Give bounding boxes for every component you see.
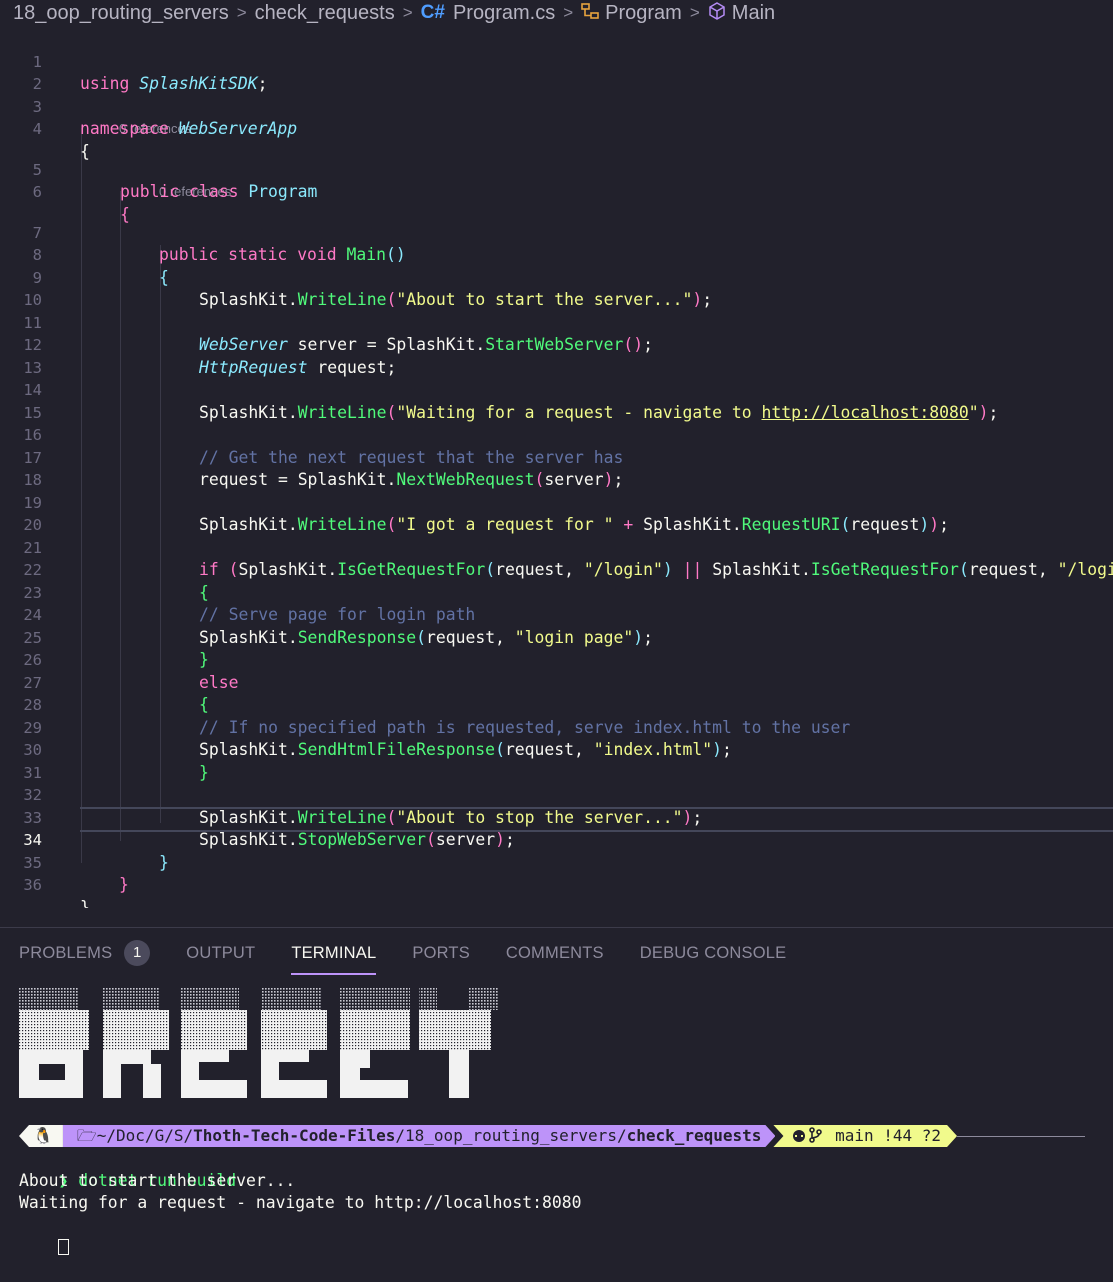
prompt-git-status: main !44 ?2 xyxy=(773,1125,957,1147)
shell-prompt: 🐧 🗁~/Doc/G/S/Thoth-Tech-Code-Files/18_oo… xyxy=(19,1124,1086,1148)
tab-label: COMMENTS xyxy=(505,943,604,962)
code-line[interactable]: 7 public static void Main() xyxy=(0,199,1113,265)
git-branch-icon xyxy=(791,1126,835,1145)
code-line[interactable]: 35 } xyxy=(0,829,1113,895)
ascii-art-banner xyxy=(19,988,499,1098)
tab-label: OUTPUT xyxy=(186,943,256,962)
code-line[interactable]: 10 xyxy=(0,267,1113,309)
terminal-output-line: Waiting for a request - navigate to http… xyxy=(19,1193,582,1212)
code-line[interactable]: 34 } xyxy=(0,807,1113,872)
code-line[interactable]: 16 // Get the next request that the serv… xyxy=(0,402,1113,467)
code-line[interactable]: 32 SplashKit.WriteLine("About to stop th… xyxy=(0,762,1113,827)
code-line[interactable]: 15 xyxy=(0,379,1113,422)
chevron-right-icon: > xyxy=(236,3,247,22)
path-segment: check_requests xyxy=(626,1126,762,1145)
code-line[interactable]: 18 xyxy=(0,447,1113,489)
tab-output[interactable]: OUTPUT xyxy=(186,944,255,963)
code-line[interactable]: 29 SplashKit.SendHtmlFileResponse(reques… xyxy=(0,694,1113,760)
code-line[interactable]: 6 { xyxy=(0,159,1113,224)
tab-terminal[interactable]: TERMINAL xyxy=(291,943,377,975)
code-line[interactable]: 19 SplashKit.WriteLine("I got a request … xyxy=(0,469,1113,535)
code-line[interactable]: 2 xyxy=(0,51,1113,93)
tab-comments[interactable]: COMMENTS xyxy=(506,944,604,963)
code-line[interactable]: 9 SplashKit.WriteLine("About to start th… xyxy=(0,244,1113,310)
tab-ports[interactable]: PORTS xyxy=(412,944,470,963)
code-line[interactable]: 33 SplashKit.StopWebServer(server); xyxy=(0,784,1113,850)
code-line[interactable]: 23 // Serve page for login path xyxy=(0,559,1113,625)
problems-count-badge: 1 xyxy=(124,940,151,966)
tab-debug-console[interactable]: DEBUG CONSOLE xyxy=(640,944,787,963)
code-line[interactable]: 3 namespace WebServerApp xyxy=(0,73,1113,139)
code-line[interactable]: 27 { xyxy=(0,649,1113,715)
code-line[interactable]: 24 SplashKit.SendResponse(request, "logi… xyxy=(0,582,1113,647)
token: } xyxy=(119,875,129,894)
breadcrumb-folder[interactable]: 18_oop_routing_servers xyxy=(13,2,229,25)
line-number: 36 xyxy=(23,876,42,894)
code-line[interactable]: 4 { xyxy=(0,96,1113,161)
code-line[interactable]: 21 if (SplashKit.IsGetRequestFor(request… xyxy=(0,514,1113,580)
code-line[interactable]: 5 public class Program xyxy=(0,136,1113,202)
code-line[interactable]: 17 request = SplashKit.NextWebRequest(se… xyxy=(0,424,1113,490)
tab-label: DEBUG CONSOLE xyxy=(639,943,787,962)
method-symbol-icon xyxy=(708,1,726,25)
code-line[interactable]: 25 } xyxy=(0,604,1113,670)
code-line[interactable]: 30 } xyxy=(0,717,1113,782)
breadcrumb-file[interactable]: Program.cs xyxy=(453,2,555,25)
prompt-path: 🗁~/Doc/G/S/Thoth-Tech-Code-Files/18_oop_… xyxy=(63,1125,776,1147)
terminal-cursor-line[interactable] xyxy=(19,1214,70,1282)
code-line[interactable]: 20 xyxy=(0,492,1113,534)
git-branch-status: main !44 ?2 xyxy=(835,1126,942,1145)
path-segment: /18_oop_routing_servers/ xyxy=(395,1126,627,1145)
panel-tabs: PROBLEMS 1 OUTPUT TERMINAL PORTS COMMENT… xyxy=(0,928,1113,978)
code-line[interactable]: 14 SplashKit.WriteLine("Waiting for a re… xyxy=(0,357,1113,422)
tab-label: PROBLEMS xyxy=(19,943,113,962)
prompt-divider-line xyxy=(957,1135,1086,1137)
terminal-cursor xyxy=(58,1238,70,1255)
code-line[interactable]: 1 using SplashKitSDK; xyxy=(0,28,1113,94)
code-editor[interactable]: 0 references 0 references 1 using Splash… xyxy=(0,28,1113,908)
class-symbol-icon xyxy=(581,2,599,25)
bottom-panel: PROBLEMS 1 OUTPUT TERMINAL PORTS COMMENT… xyxy=(0,927,1113,1255)
breadcrumb-method[interactable]: Main xyxy=(732,2,775,25)
linux-icon: 🐧 xyxy=(19,1125,63,1147)
code-line[interactable]: 31 xyxy=(0,739,1113,782)
csharp-file-icon: C# xyxy=(420,2,445,23)
tab-problems[interactable]: PROBLEMS 1 xyxy=(19,940,151,966)
folder-icon: 🗁 xyxy=(76,1126,97,1145)
breadcrumb-subfolder[interactable]: check_requests xyxy=(255,2,395,25)
code-line[interactable]: 13 xyxy=(0,334,1113,377)
chevron-right-icon: > xyxy=(689,3,700,22)
code-line[interactable]: 12 HttpRequest request; xyxy=(0,312,1113,377)
breadcrumb-class[interactable]: Program xyxy=(605,2,682,25)
chevron-right-icon: > xyxy=(563,3,574,22)
path-segment: Thoth-Tech-Code-Files xyxy=(193,1126,396,1145)
code-line[interactable]: 26 else xyxy=(0,627,1113,692)
chevron-right-icon: > xyxy=(402,3,413,22)
terminal-output-line: About to start the server... xyxy=(19,1171,296,1190)
tab-label: TERMINAL xyxy=(291,943,377,962)
code-line[interactable]: 36 } xyxy=(0,852,1113,908)
path-segment: ~/Doc/G/S/ xyxy=(96,1126,194,1145)
code-line[interactable]: 22 { xyxy=(0,537,1113,602)
code-line[interactable]: 11 WebServer server = SplashKit.StartWeb… xyxy=(0,289,1113,355)
code-line[interactable]: 28 // If no specified path is requested,… xyxy=(0,672,1113,737)
token: } xyxy=(80,897,90,909)
breadcrumb: 18_oop_routing_servers > check_requests … xyxy=(0,0,1113,26)
code-line[interactable]: 8 { xyxy=(0,222,1113,287)
tab-label: PORTS xyxy=(412,943,470,962)
